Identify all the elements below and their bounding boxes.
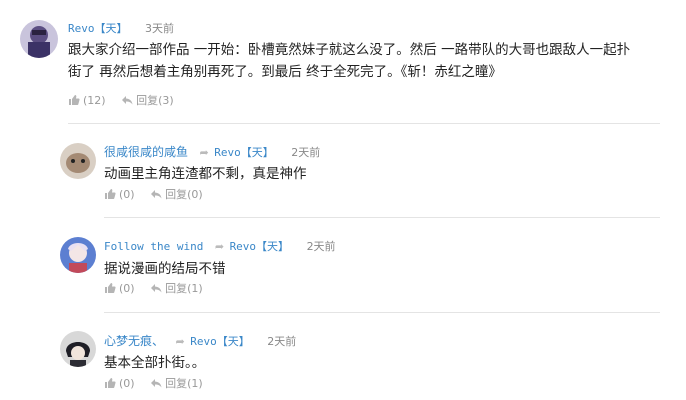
reply-arrow-icon [151, 379, 162, 388]
timestamp: 3天前 [145, 22, 174, 35]
thumbs-up-icon [105, 189, 116, 199]
username[interactable]: Revo【天】 [68, 22, 128, 35]
comment-text: 基本全部扑街。。 [104, 355, 206, 371]
avatar[interactable] [60, 143, 96, 179]
comment-text-line: 街了 再然后想着主角别再死了。到最后 终于全死完了。《斩！赤红之瞳》 [68, 64, 502, 80]
comment-text-line: 跟大家介绍一部作品 一开始：卧槽竟然妹子就这么没了。然后 一路带队的大哥也跟敌人… [68, 42, 631, 58]
username[interactable]: 很咸很咸的咸鱼 [104, 145, 188, 159]
reply-button[interactable]: 回复(1) [150, 282, 203, 295]
reply-arrow-icon: ➦ [175, 335, 185, 348]
reply-target[interactable]: Revo【天】 [230, 240, 290, 253]
username[interactable]: Follow the wind [104, 240, 203, 253]
avatar[interactable] [60, 331, 96, 367]
reply-label: 回复(1) [165, 377, 203, 390]
reply-button[interactable]: 回复(1) [150, 377, 203, 390]
like-button[interactable]: (12) [68, 94, 109, 107]
like-count: (12) [83, 94, 106, 107]
reply-label: 回复(3) [136, 94, 174, 107]
reply-arrow-icon: ➦ [214, 240, 225, 253]
like-count: (0) [119, 377, 135, 390]
reply-target[interactable]: Revo【天】 [214, 146, 274, 159]
like-button[interactable]: (0) [104, 282, 138, 295]
reply-button[interactable]: 回复(3) [121, 94, 174, 107]
thumbs-up-icon [69, 95, 80, 105]
reply-arrow-icon [151, 190, 162, 199]
username[interactable]: 心梦无痕、 [104, 334, 164, 348]
reply-button[interactable]: 回复(0) [150, 188, 203, 201]
reply-arrow-icon [151, 284, 162, 293]
timestamp: 2天前 [291, 146, 321, 159]
comment-text: 跟大家介绍一部作品 一开始：卧槽竟然妹子就这么没了。然后 一路带队的大哥也跟敌人… [68, 39, 668, 83]
divider [104, 312, 660, 313]
reply-label: 回复(1) [165, 282, 203, 295]
divider [68, 123, 660, 124]
avatar[interactable] [20, 20, 58, 58]
comment-text: 动画里主角连渣都不剩，真是神作 [104, 166, 307, 182]
timestamp: 2天前 [306, 240, 336, 253]
reply-arrow-icon [122, 96, 133, 105]
reply-target[interactable]: Revo【天】 [190, 335, 250, 348]
like-button[interactable]: (0) [104, 188, 138, 201]
thumbs-up-icon [105, 378, 116, 388]
avatar[interactable] [60, 237, 96, 273]
like-count: (0) [119, 282, 135, 295]
comment-text: 据说漫画的结局不错 [104, 261, 226, 277]
like-button[interactable]: (0) [104, 377, 138, 390]
like-count: (0) [119, 188, 135, 201]
timestamp: 2天前 [267, 335, 297, 348]
reply-label: 回复(0) [165, 188, 203, 201]
divider [104, 217, 660, 218]
thumbs-up-icon [105, 283, 116, 293]
reply-arrow-icon: ➦ [199, 146, 209, 159]
